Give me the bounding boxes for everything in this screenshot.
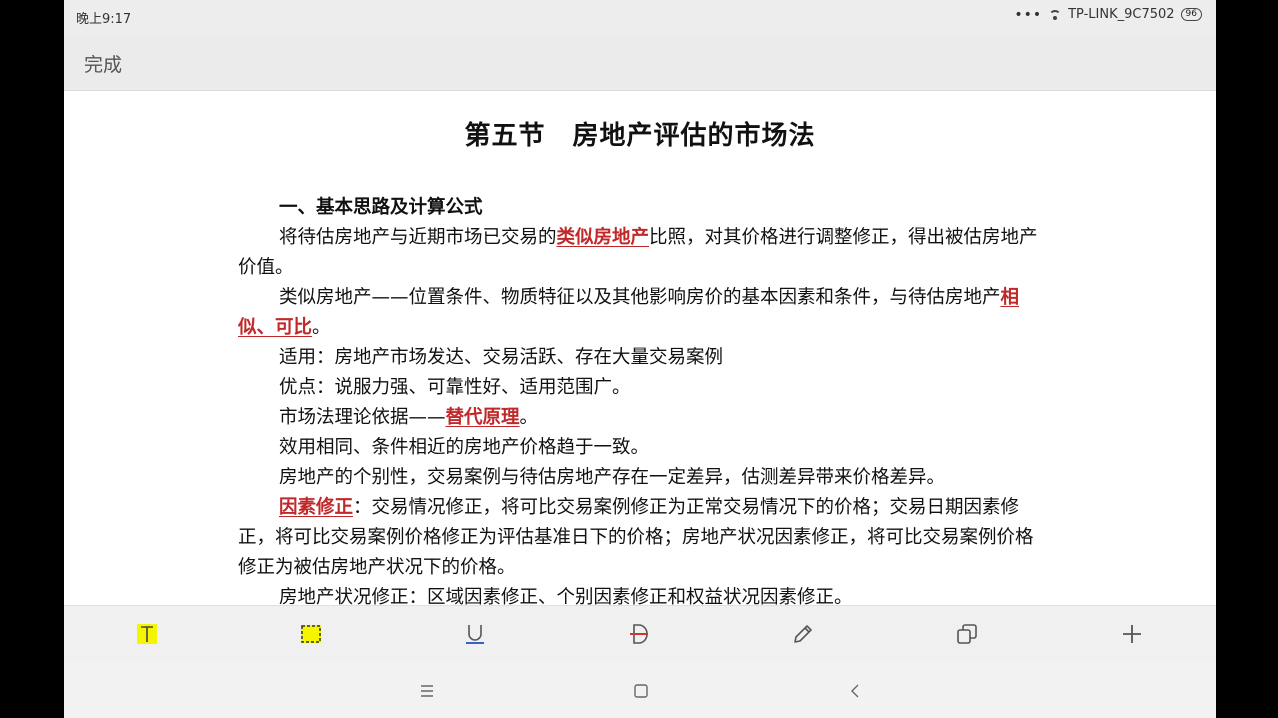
menu-icon xyxy=(421,685,433,697)
text-run: 市场法理论依据—— xyxy=(279,407,446,428)
highlight-text-icon[interactable] xyxy=(133,620,161,648)
section-heading: 一、基本思路及计算公式 xyxy=(279,197,483,218)
pencil-icon[interactable] xyxy=(789,620,817,648)
menu-icon[interactable] xyxy=(416,680,438,702)
strikethrough-icon xyxy=(630,624,648,644)
underline-icon[interactable] xyxy=(461,620,489,648)
back-icon[interactable] xyxy=(845,680,867,702)
paragraph: 类似房地产——位置条件、物质特征以及其他影响房价的基本因素和条件，与待估房地产相… xyxy=(238,283,1044,343)
pencil-icon xyxy=(794,625,812,643)
add-icon[interactable] xyxy=(1118,620,1146,648)
more-dots-icon: ••• xyxy=(1014,6,1043,23)
document-body: 一、基本思路及计算公式 将待估房地产与近期市场已交易的类似房地产比照，对其价格进… xyxy=(238,193,1044,605)
wifi-name: TP-LINK_9C7502 xyxy=(1068,7,1175,22)
highlighted-term: 类似房地产 xyxy=(556,227,650,248)
highlight-text-icon xyxy=(137,624,157,644)
paragraph: 优点：说服力强、可靠性好、适用范围广。 xyxy=(279,377,631,398)
status-bar: 晚上9:17 ••• TP-LINK_9C7502 96 xyxy=(64,0,1216,34)
add-icon xyxy=(1123,625,1141,643)
document-title: 第五节 房地产评估的市场法 xyxy=(464,121,816,151)
document-page[interactable]: 第五节 房地产评估的市场法 一、基本思路及计算公式 将待估房地产与近期市场已交易… xyxy=(64,91,1216,605)
paragraph: 效用相同、条件相近的房地产价格趋于一致。 xyxy=(279,437,650,458)
text-run: 。 xyxy=(312,317,331,338)
back-icon xyxy=(851,684,859,698)
home-icon[interactable] xyxy=(630,680,652,702)
copy-icon xyxy=(957,624,977,644)
home-icon xyxy=(634,684,648,698)
status-indicators: ••• TP-LINK_9C7502 96 xyxy=(1014,7,1202,22)
copy-icon[interactable] xyxy=(953,620,981,648)
paragraph: 将待估房地产与近期市场已交易的类似房地产比照，对其价格进行调整修正，得出被估房地… xyxy=(238,223,1044,283)
text-run: 将待估房地产与近期市场已交易的 xyxy=(279,227,557,248)
text-run: 类似房地产——位置条件、物质特征以及其他影响房价的基本因素和条件，与待估房地产 xyxy=(279,287,1001,308)
text-run: 。 xyxy=(519,407,539,428)
top-bar: 完成 xyxy=(64,34,1216,91)
paragraph: 房地产的个别性，交易案例与待估房地产存在一定差异，估测差异带来价格差异。 xyxy=(279,467,946,488)
wifi-icon xyxy=(1048,9,1062,20)
paragraph: 市场法理论依据——替代原理。 xyxy=(238,403,1044,433)
text-run: ：交易情况修正，将可比交易案例修正为正常交易情况下的价格；交易日期因素修正，将可… xyxy=(238,497,1034,578)
highlighted-term: 因素修正 xyxy=(279,497,354,518)
underline-icon xyxy=(466,625,484,644)
paragraph: 适用：房地产市场发达、交易活跃、存在大量交易案例 xyxy=(279,347,724,368)
system-navigation-bar xyxy=(64,662,1216,718)
done-button[interactable]: 完成 xyxy=(84,50,122,77)
battery-icon: 96 xyxy=(1180,8,1202,21)
select-area-icon[interactable] xyxy=(297,620,325,648)
select-area-icon xyxy=(301,625,321,643)
paragraph: 因素修正：交易情况修正，将可比交易案例修正为正常交易情况下的价格；交易日期因素修… xyxy=(238,493,1044,583)
annotation-toolbar xyxy=(64,605,1216,662)
highlighted-term: 替代原理 xyxy=(445,407,520,428)
paragraph: 房地产状况修正：区域因素修正、个别因素修正和权益状况因素修正。 xyxy=(279,587,853,605)
tablet-screen: 晚上9:17 ••• TP-LINK_9C7502 96 完成 第五节 房地产评… xyxy=(64,0,1216,718)
status-time: 晚上9:17 xyxy=(76,12,132,27)
strikethrough-icon[interactable] xyxy=(625,620,653,648)
